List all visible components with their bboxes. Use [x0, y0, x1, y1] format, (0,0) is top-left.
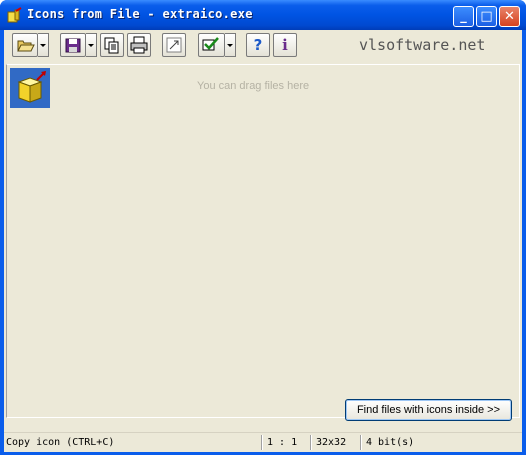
drop-hint: You can drag files here [197, 80, 310, 92]
print-button[interactable] [127, 33, 151, 57]
save-icon [65, 38, 81, 53]
close-button[interactable]: ✕ [499, 6, 520, 27]
copy-button[interactable] [100, 33, 124, 57]
open-button[interactable] [12, 33, 38, 57]
info-icon: i [282, 36, 288, 54]
app-icon [7, 7, 22, 23]
save-button[interactable] [60, 33, 86, 57]
title-bar[interactable]: Icons from File - extraico.exe _ □ ✕ [0, 0, 526, 30]
select-dropdown-button[interactable] [225, 33, 236, 57]
checkmark-icon [202, 37, 219, 51]
maximize-button[interactable]: □ [476, 6, 497, 27]
status-bar: Copy icon (CTRL+C) 1 : 1 32x32 4 bit(s) [4, 432, 522, 452]
print-icon [130, 36, 148, 54]
window-title: Icons from File - extraico.exe [27, 7, 253, 21]
status-action: Copy icon (CTRL+C) [6, 437, 115, 448]
status-separator [360, 435, 362, 450]
resize-icon [166, 37, 182, 53]
minimize-button[interactable]: _ [453, 6, 474, 27]
status-separator [261, 435, 263, 450]
package-icon [17, 71, 46, 103]
client-area: ? i vlsoftware.net You can drag files he… [4, 30, 522, 452]
save-dropdown-button[interactable] [86, 33, 97, 57]
info-button[interactable]: i [273, 33, 297, 57]
help-icon: ? [253, 36, 263, 54]
open-dropdown-button[interactable] [38, 33, 49, 57]
copy-icon [104, 37, 119, 54]
status-ratio: 1 : 1 [267, 437, 298, 448]
select-button[interactable] [198, 33, 225, 57]
brand-label: vlsoftware.net [359, 36, 486, 54]
help-button[interactable]: ? [246, 33, 270, 57]
icon-list-area[interactable]: You can drag files here [6, 64, 520, 418]
extracted-icon-item[interactable] [10, 68, 50, 108]
toolbar: ? i vlsoftware.net [4, 30, 522, 64]
status-size: 32x32 [316, 437, 347, 448]
find-files-button[interactable]: Find files with icons inside >> [345, 399, 512, 421]
resize-button[interactable] [162, 33, 186, 57]
status-separator [310, 435, 312, 450]
app-window: Icons from File - extraico.exe _ □ ✕ ? i… [0, 0, 526, 455]
status-depth: 4 bit(s) [366, 437, 415, 448]
open-icon [17, 40, 35, 52]
